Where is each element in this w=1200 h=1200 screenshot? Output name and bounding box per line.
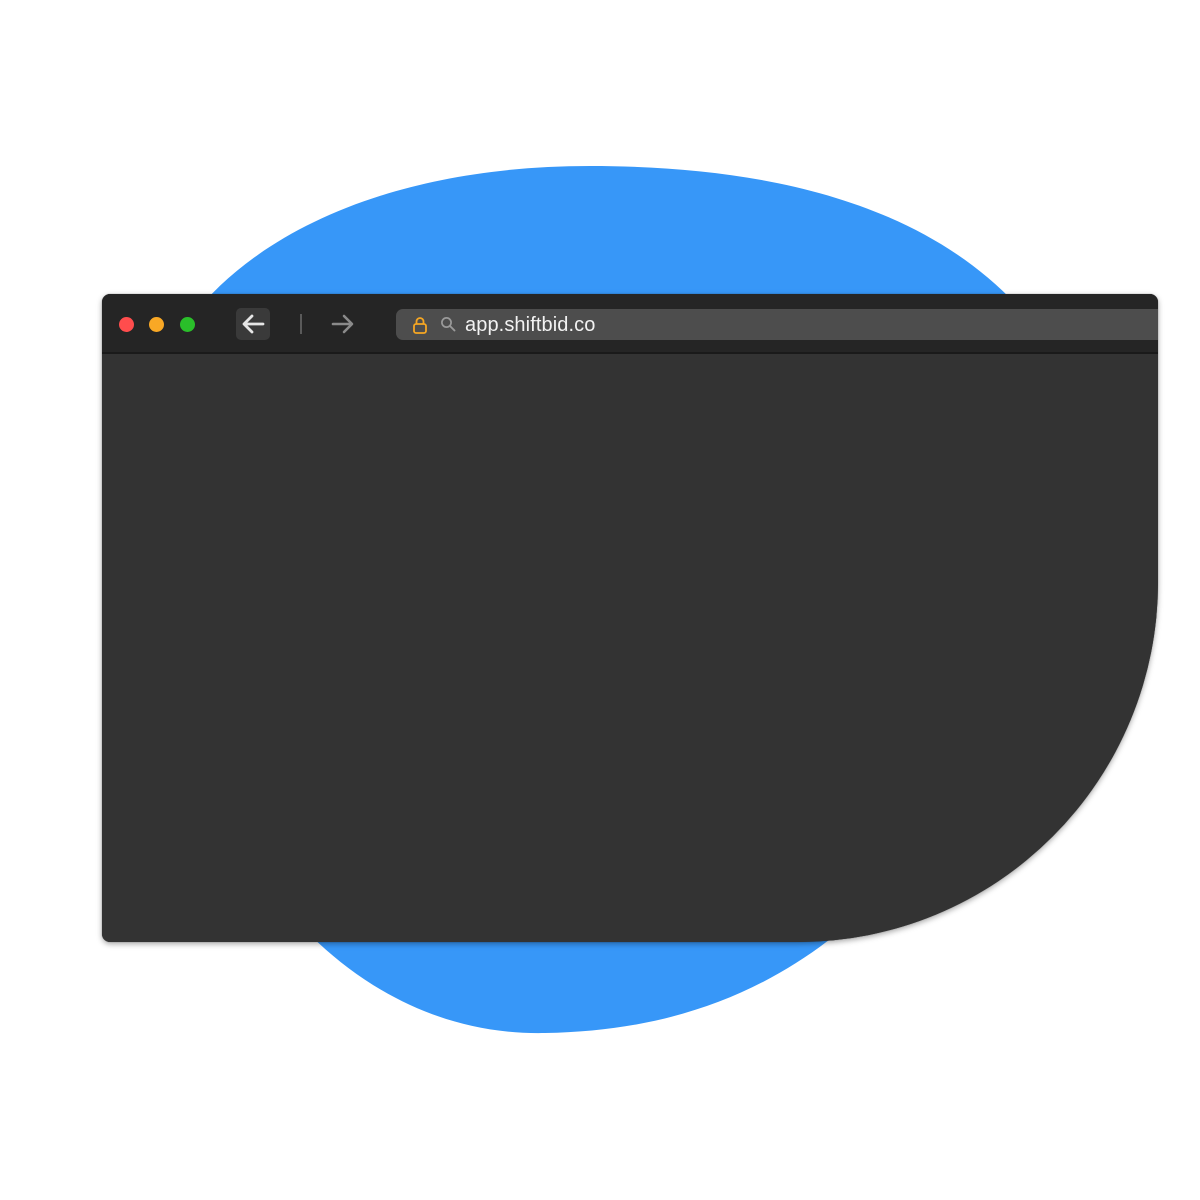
browser-toolbar: app.shiftbid.co (102, 294, 1158, 354)
nav-divider (300, 314, 302, 334)
arrow-left-icon (242, 314, 265, 334)
search-icon (441, 317, 456, 332)
url-text[interactable]: app.shiftbid.co (465, 313, 595, 337)
maximize-window-button[interactable] (180, 317, 195, 332)
address-bar[interactable]: app.shiftbid.co (396, 309, 1158, 340)
back-button[interactable] (236, 308, 270, 340)
page-content (102, 354, 1158, 942)
close-window-button[interactable] (119, 317, 134, 332)
minimize-window-button[interactable] (149, 317, 164, 332)
browser-window: app.shiftbid.co (102, 294, 1158, 942)
lock-icon (413, 317, 427, 334)
forward-button[interactable] (326, 308, 360, 340)
arrow-right-icon (331, 314, 354, 334)
scene: app.shiftbid.co (0, 0, 1200, 1200)
